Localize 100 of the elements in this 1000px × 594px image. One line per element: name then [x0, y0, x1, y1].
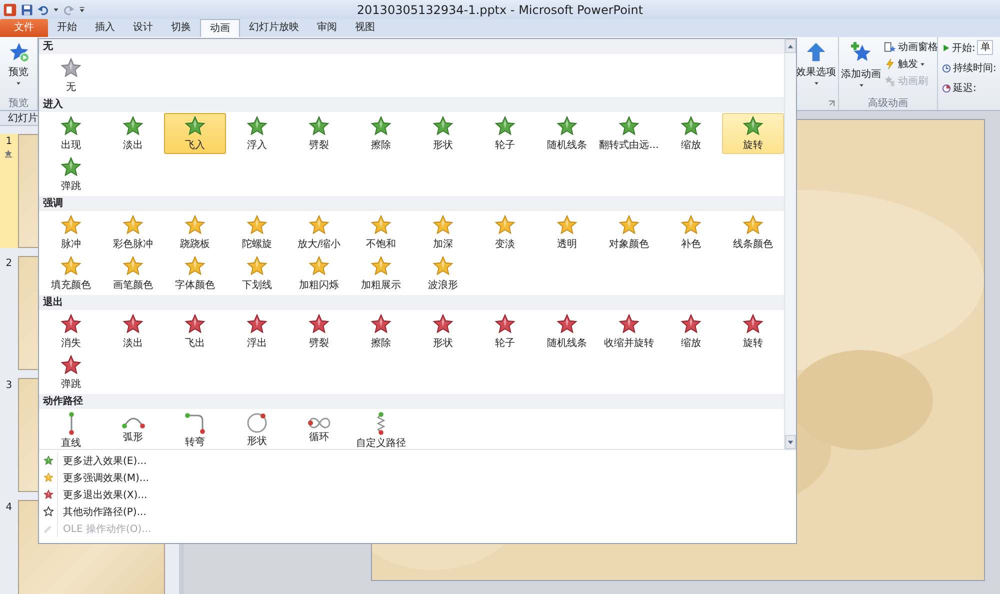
animation-option[interactable]: 补色 — [660, 212, 722, 253]
animation-option[interactable]: 缩放 — [660, 311, 722, 352]
slide-number: 3 — [6, 380, 12, 391]
animation-option[interactable]: 填充颜色 — [40, 253, 102, 294]
group-label: 高级动画 — [867, 96, 909, 110]
animation-option[interactable]: 旋转 — [722, 311, 784, 352]
animation-option[interactable]: 画笔颜色 — [102, 253, 164, 294]
animation-option[interactable]: 下划线 — [226, 253, 288, 294]
loop-path-icon — [308, 417, 330, 429]
animation-option[interactable]: 直线 — [40, 410, 102, 451]
star-icon — [370, 313, 392, 335]
animation-option[interactable]: 收缩并旋转 — [598, 311, 660, 352]
animation-option[interactable]: 放大/缩小 — [288, 212, 350, 253]
animation-option[interactable]: 形状 — [412, 113, 474, 154]
animation-option[interactable]: 翻转式由远... — [598, 113, 660, 154]
star-icon — [494, 214, 516, 236]
star-icon — [60, 57, 82, 79]
animation-option[interactable]: 形状 — [226, 410, 288, 451]
animation-option[interactable]: 陀螺旋 — [226, 212, 288, 253]
animation-option[interactable]: 形状 — [412, 311, 474, 352]
animation-option[interactable]: 劈裂 — [288, 113, 350, 154]
animation-option[interactable]: 劈裂 — [288, 311, 350, 352]
ribbon-tab[interactable]: 视图 — [346, 19, 384, 37]
star-icon — [308, 115, 330, 137]
animation-option[interactable]: 线条颜色 — [722, 212, 784, 253]
animation-option[interactable]: 随机线条 — [536, 311, 598, 352]
animation-pane-button[interactable]: 动画窗格 — [884, 40, 938, 54]
animation-option[interactable]: 循环 — [288, 410, 350, 451]
ribbon-tab[interactable]: 开始 — [48, 19, 86, 37]
scroll-down-button[interactable] — [785, 435, 796, 449]
animation-option[interactable]: 弧形 — [102, 410, 164, 451]
animation-option[interactable]: 变淡 — [474, 212, 536, 253]
animation-option[interactable]: 轮子 — [474, 311, 536, 352]
star-icon — [742, 115, 764, 137]
animation-option[interactable]: 擦除 — [350, 311, 412, 352]
ribbon-tab[interactable]: 动画 — [200, 19, 240, 37]
star-icon — [308, 313, 330, 335]
animation-option[interactable]: 飞出 — [164, 311, 226, 352]
dialog-launcher-button[interactable] — [828, 100, 835, 106]
scroll-up-button[interactable] — [785, 39, 796, 53]
ribbon-tab[interactable]: 插入 — [86, 19, 124, 37]
ribbon-tab[interactable]: 幻灯片放映 — [240, 19, 308, 37]
animation-option[interactable]: 随机线条 — [536, 113, 598, 154]
animation-option[interactable]: 转弯 — [164, 410, 226, 451]
down-triangle-icon — [787, 438, 794, 446]
star-icon — [60, 313, 82, 335]
animation-option[interactable]: 对象颜色 — [598, 212, 660, 253]
effect-options-button[interactable]: 效果选项 — [796, 37, 836, 86]
add-animation-button[interactable]: 添加动画 — [841, 37, 881, 88]
animation-option[interactable]: 字体颜色 — [164, 253, 226, 294]
animation-option[interactable]: 消失 — [40, 311, 102, 352]
animation-option[interactable]: 脉冲 — [40, 212, 102, 253]
animation-option[interactable]: 弹跳 — [40, 352, 102, 393]
star-icon — [60, 214, 82, 236]
ribbon-tab[interactable]: 切换 — [162, 19, 200, 37]
star-icon — [184, 214, 206, 236]
ribbon-tab[interactable]: 审阅 — [308, 19, 346, 37]
animation-option[interactable]: 透明 — [536, 212, 598, 253]
pane-icon — [884, 41, 896, 53]
section-heading: 进入 — [39, 97, 784, 112]
animation-option[interactable]: 自定义路径 — [350, 410, 412, 451]
animation-option[interactable]: 缩放 — [660, 113, 722, 154]
slide-number: 1 — [6, 136, 12, 147]
preview-button[interactable]: 预览 — [8, 37, 30, 86]
ribbon-tab[interactable]: 设计 — [124, 19, 162, 37]
animation-option[interactable]: 飞入 — [164, 113, 226, 154]
trigger-button[interactable]: 触发 — [884, 57, 938, 71]
caret-icon — [814, 81, 818, 86]
menu-item[interactable]: 更多退出效果(X)... — [39, 486, 152, 503]
menu-item[interactable]: 其他动作路径(P)... — [39, 503, 150, 520]
star-icon — [246, 255, 268, 277]
animation-option[interactable]: 浮出 — [226, 311, 288, 352]
animation-option[interactable]: 彩色脉冲 — [102, 212, 164, 253]
animation-option[interactable]: 加粗展示 — [350, 253, 412, 294]
animation-option[interactable]: 淡出 — [102, 311, 164, 352]
animation-option[interactable]: 加粗闪烁 — [288, 253, 350, 294]
save-icon — [21, 4, 33, 16]
animation-option[interactable]: 弹跳 — [40, 154, 102, 195]
animation-option[interactable]: 跷跷板 — [164, 212, 226, 253]
animation-option[interactable]: 淡出 — [102, 113, 164, 154]
animation-option[interactable]: 旋转 — [722, 113, 784, 154]
undo-icon — [37, 4, 49, 16]
star-icon — [184, 115, 206, 137]
animation-option[interactable]: 浮入 — [226, 113, 288, 154]
menu-item[interactable]: 更多强调效果(M)... — [39, 469, 153, 486]
delay-label: 延迟: — [953, 82, 976, 95]
animation-option[interactable]: 擦除 — [350, 113, 412, 154]
star-icon — [370, 255, 392, 277]
menu-item[interactable]: 更多进入效果(E)... — [39, 452, 151, 469]
animation-option[interactable]: 加深 — [412, 212, 474, 253]
star-icon — [308, 214, 330, 236]
section-heading: 退出 — [39, 295, 784, 310]
start-field[interactable]: 单 — [977, 40, 994, 55]
up-triangle-icon — [787, 42, 794, 50]
animation-option[interactable]: 无 — [40, 55, 102, 96]
animation-option[interactable]: 不饱和 — [350, 212, 412, 253]
delay-clock-icon — [942, 84, 951, 92]
animation-option[interactable]: 波浪形 — [412, 253, 474, 294]
animation-option[interactable]: 轮子 — [474, 113, 536, 154]
star-icon — [122, 214, 144, 236]
